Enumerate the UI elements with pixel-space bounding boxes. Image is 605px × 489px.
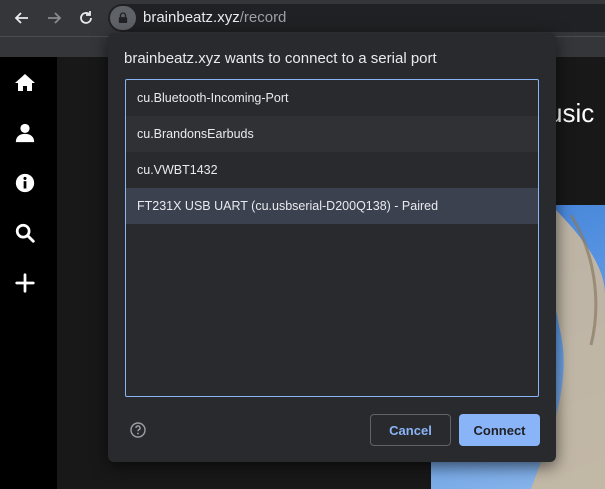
user-icon[interactable] — [12, 120, 38, 146]
home-icon[interactable] — [12, 70, 38, 96]
port-item-selected[interactable]: FT231X USB UART (cu.usbserial-D200Q138) … — [126, 188, 538, 224]
port-item[interactable]: cu.Bluetooth-Incoming-Port — [126, 80, 538, 116]
cancel-button[interactable]: Cancel — [370, 414, 451, 446]
help-circle-icon[interactable] — [130, 422, 146, 438]
port-label: cu.Bluetooth-Incoming-Port — [137, 91, 289, 105]
browser-toolbar: brainbeatz.xyz/record — [0, 0, 605, 36]
port-label: cu.VWBT1432 — [137, 163, 218, 177]
forward-arrow-icon[interactable] — [44, 8, 64, 28]
info-icon[interactable] — [12, 170, 38, 196]
port-label: cu.BrandonsEarbuds — [137, 127, 254, 141]
lock-icon[interactable] — [110, 6, 136, 30]
port-list[interactable]: cu.Bluetooth-Incoming-Port cu.BrandonsEa… — [125, 79, 539, 397]
app-sidebar — [0, 57, 57, 489]
serial-port-dialog: brainbeatz.xyz wants to connect to a ser… — [108, 33, 556, 462]
port-item[interactable]: cu.VWBT1432 — [126, 152, 538, 188]
url-text[interactable]: brainbeatz.xyz/record — [143, 9, 286, 26]
back-arrow-icon[interactable] — [12, 8, 32, 28]
connect-button[interactable]: Connect — [459, 414, 540, 446]
search-icon[interactable] — [12, 220, 38, 246]
reload-icon[interactable] — [76, 8, 96, 28]
plus-icon[interactable] — [12, 270, 38, 296]
port-item[interactable]: cu.BrandonsEarbuds — [126, 116, 538, 152]
url-host: brainbeatz.xyz — [143, 9, 240, 26]
url-path: /record — [239, 9, 287, 26]
port-label: FT231X USB UART (cu.usbserial-D200Q138) … — [137, 199, 439, 213]
dialog-title: brainbeatz.xyz wants to connect to a ser… — [124, 50, 437, 67]
